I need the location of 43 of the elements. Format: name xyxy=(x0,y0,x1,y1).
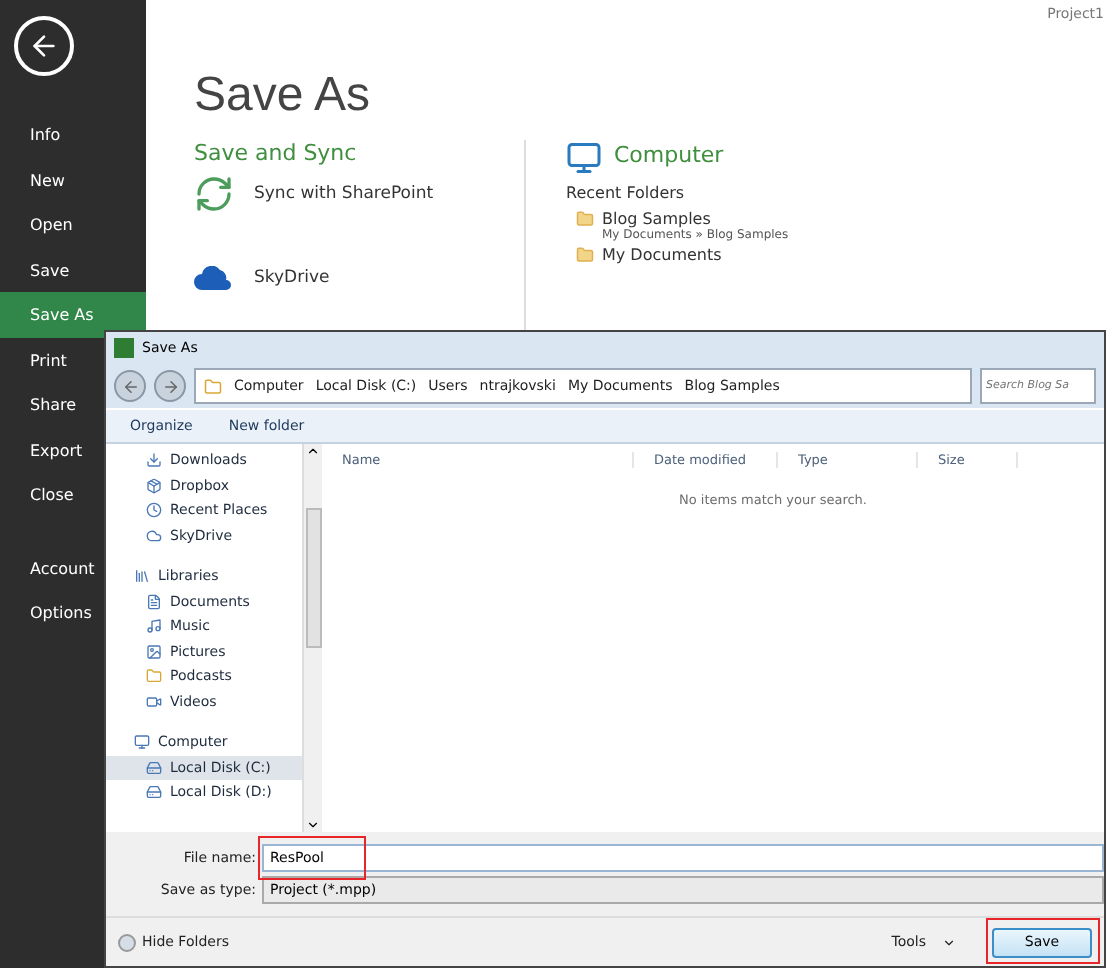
highlight-frame xyxy=(258,836,366,880)
recent-folder[interactable]: Blog Samples xyxy=(602,210,789,228)
place-option[interactable]: SkyDrive xyxy=(194,258,524,298)
drive-icon xyxy=(146,784,162,801)
sidebar-item[interactable]: Open xyxy=(0,202,146,247)
app-logo-icon xyxy=(114,338,134,358)
box-icon xyxy=(146,477,162,494)
section-heading: Save and Sync xyxy=(194,140,359,166)
cloud-icon xyxy=(194,266,234,290)
clock-icon xyxy=(146,502,162,519)
folder-icon xyxy=(576,246,594,264)
scroll-down-icon[interactable] xyxy=(306,818,320,832)
folder-icon xyxy=(204,377,222,395)
forward-button[interactable] xyxy=(154,370,186,402)
recent-folders-label: Recent Folders xyxy=(566,184,687,202)
sidebar-item[interactable]: Save As xyxy=(0,292,146,337)
library-icon xyxy=(134,568,150,585)
page-title: Save As xyxy=(194,68,373,124)
computer-icon xyxy=(566,140,602,176)
sync-icon xyxy=(194,174,234,214)
recent-folder[interactable]: My Documents xyxy=(602,246,722,264)
folder-icon xyxy=(576,210,594,228)
computer-icon xyxy=(134,734,150,751)
scroll-up-icon[interactable] xyxy=(306,444,320,458)
section-heading: Computer xyxy=(614,141,724,167)
caret-icon xyxy=(942,935,956,949)
collapse-icon xyxy=(118,933,136,951)
sidebar-item[interactable]: Save xyxy=(0,247,146,292)
sidebar-item[interactable]: New xyxy=(0,157,146,202)
drive-icon xyxy=(146,759,162,776)
highlight-frame xyxy=(986,918,1100,964)
video-icon xyxy=(146,693,162,710)
folder-icon xyxy=(146,668,162,685)
scrollbar[interactable] xyxy=(302,444,322,832)
image-icon xyxy=(146,643,162,660)
document-icon xyxy=(146,593,162,610)
forward-arrow-icon xyxy=(161,377,179,395)
music-note-icon xyxy=(146,618,162,635)
cloud-icon xyxy=(146,527,162,544)
sidebar-item[interactable]: Info xyxy=(0,112,146,157)
place-option[interactable]: Sync with SharePoint xyxy=(194,174,524,214)
back-arrow-icon xyxy=(121,377,139,395)
download-icon xyxy=(146,452,162,469)
